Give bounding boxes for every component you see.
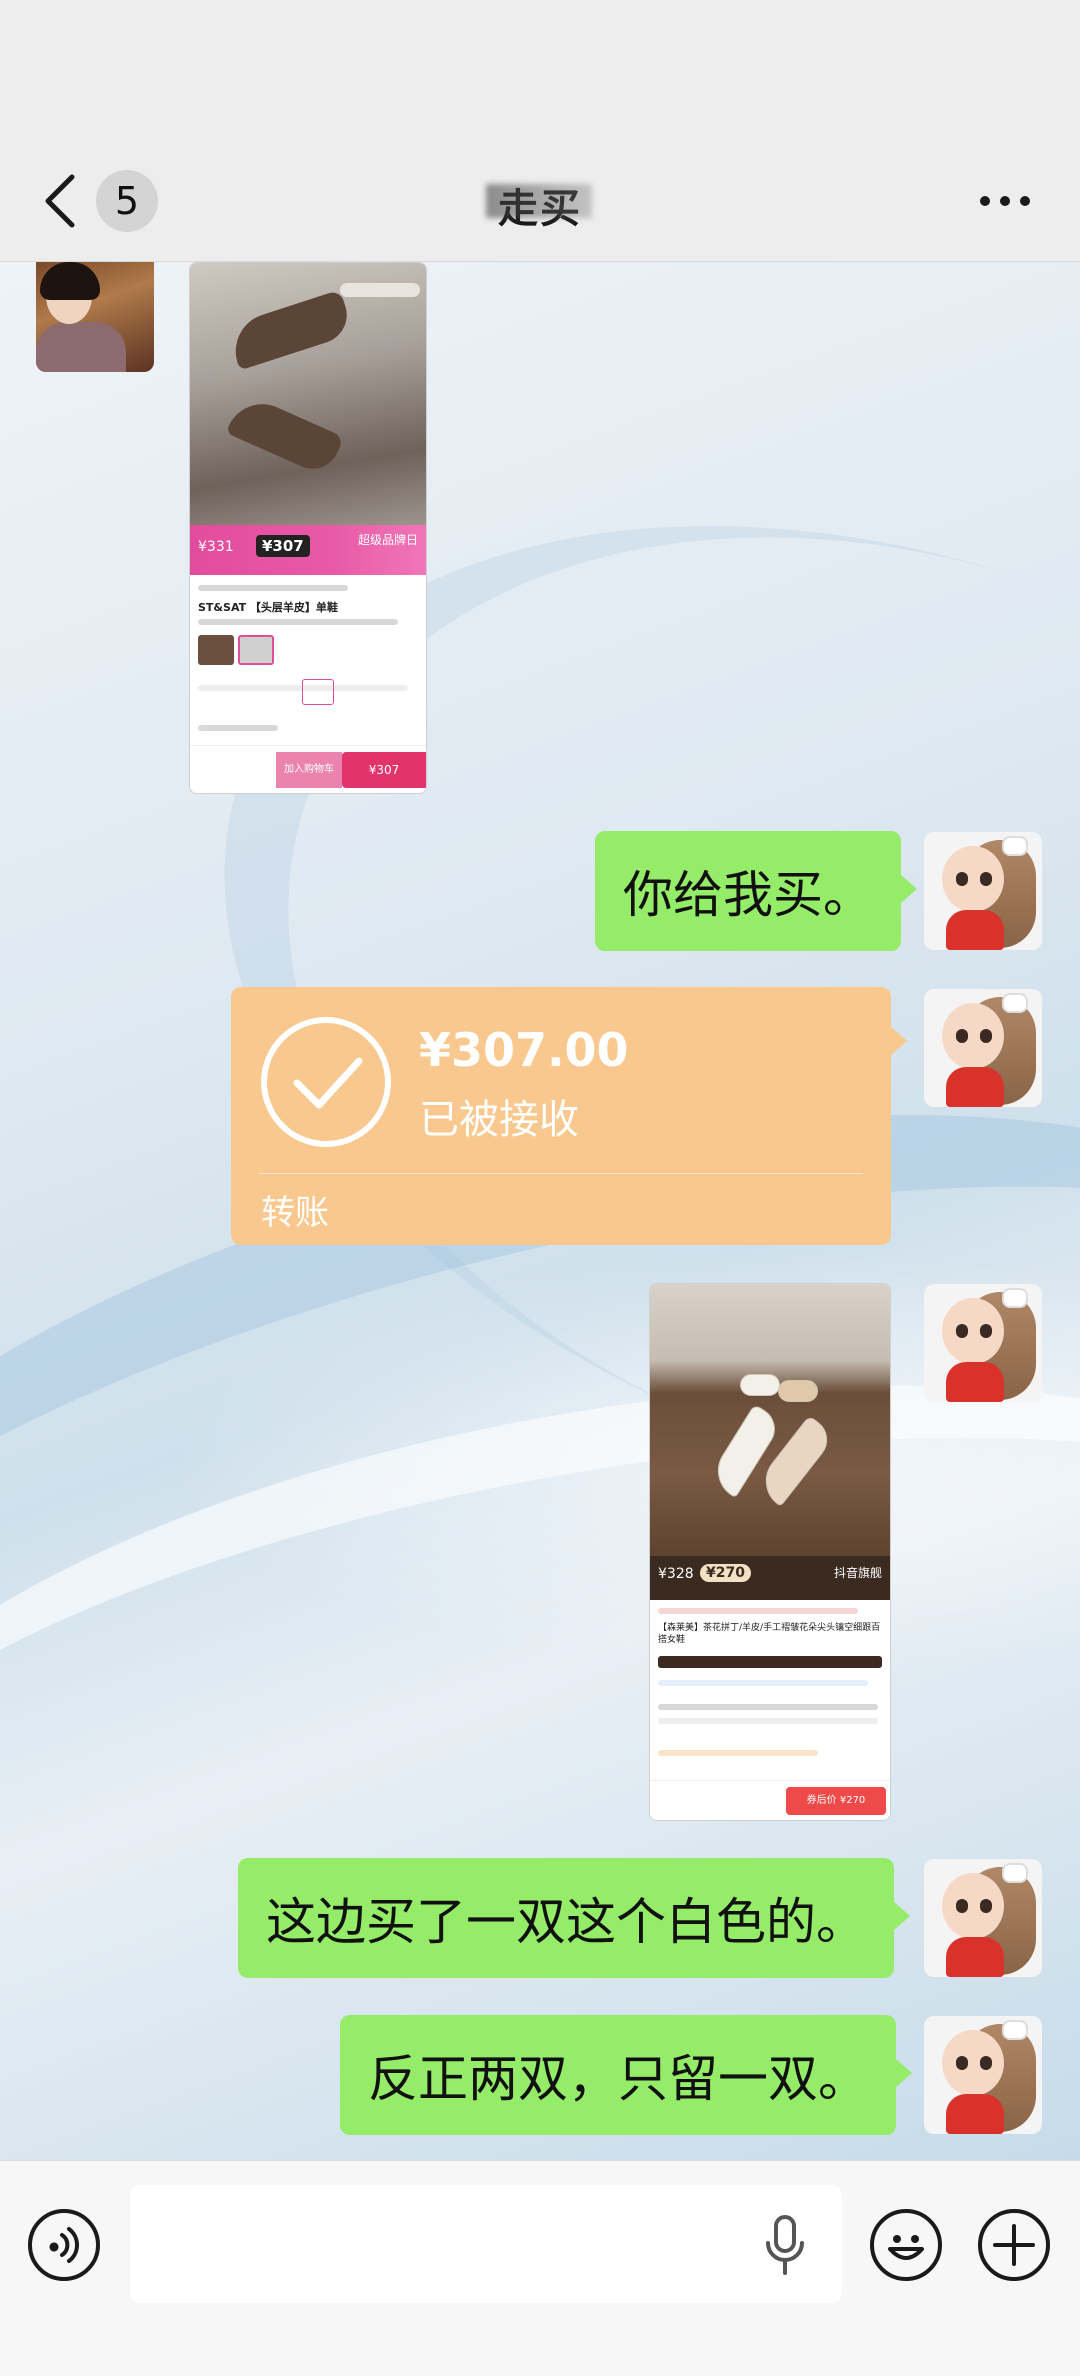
message-text: 反正两双，只留一双。 <box>368 2050 868 2108</box>
more-dot-icon <box>980 196 990 206</box>
product-action-bar: 加入购物车 ¥307 <box>190 745 426 793</box>
more-options-button[interactable] <box>970 176 1040 226</box>
transfer-status: 已被接收 <box>419 1097 579 1143</box>
product-details: ST&SAT 【头层羊皮】单鞋 <box>190 575 426 745</box>
price-bar: ¥328 ¥270 抖音旗舰 <box>650 1556 890 1600</box>
plus-icon <box>993 2224 1035 2266</box>
transfer-label: 转账 <box>261 1193 329 1233</box>
voice-wave-icon <box>49 2227 79 2263</box>
text-message[interactable]: 这边买了一双这个白色的。 <box>238 1858 910 1978</box>
title-blur-mask <box>486 184 592 218</box>
transfer-message[interactable]: ¥307.00 已被接收 转账 <box>231 987 907 1245</box>
voice-toggle-button[interactable] <box>28 2209 100 2281</box>
my-avatar[interactable] <box>924 989 1042 1107</box>
my-avatar[interactable] <box>924 2016 1042 2134</box>
price-bar: ¥331 ¥307 超级品牌日 <box>190 525 426 575</box>
contact-avatar[interactable] <box>36 262 154 372</box>
my-avatar[interactable] <box>924 1284 1042 1402</box>
message-input[interactable] <box>130 2185 842 2303</box>
message-text: 这边买了一双这个白色的。 <box>266 1893 866 1951</box>
more-functions-button[interactable] <box>978 2209 1050 2281</box>
more-dot-icon <box>1020 196 1030 206</box>
emoji-button[interactable] <box>870 2209 942 2281</box>
emoji-icon <box>888 2235 924 2260</box>
product-details: 【森莱美】茶花拼丁/羊皮/手工褶皱花朵尖头镶空细跟百搭女鞋 <box>650 1600 890 1780</box>
text-message[interactable]: 反正两双，只留一双。 <box>340 2015 912 2135</box>
message-text: 你给我买。 <box>623 866 873 924</box>
product-photo <box>650 1284 890 1556</box>
product-action-bar: 券后价 ¥270 <box>650 1780 890 1820</box>
divider <box>259 1173 863 1174</box>
image-message[interactable]: ¥328 ¥270 抖音旗舰 【森莱美】茶花拼丁/羊皮/手工褶皱花朵尖头镶空细跟… <box>649 1283 891 1821</box>
status-bar <box>0 0 1080 140</box>
my-avatar[interactable] <box>924 1859 1042 1977</box>
product-photo <box>190 263 426 525</box>
transfer-amount: ¥307.00 <box>419 1023 629 1077</box>
image-message[interactable]: ¥331 ¥307 超级品牌日 ST&SAT 【头层羊皮】单鞋 加入购物车 ¥3… <box>189 262 427 794</box>
more-dot-icon <box>1000 196 1010 206</box>
microphone-icon[interactable] <box>764 2215 806 2275</box>
chat-header: 5 走买 <box>0 140 1080 262</box>
my-avatar[interactable] <box>924 832 1042 950</box>
text-message[interactable]: 你给我买。 <box>595 831 917 951</box>
input-bar <box>0 2160 1080 2376</box>
check-circle-icon <box>261 1017 391 1147</box>
